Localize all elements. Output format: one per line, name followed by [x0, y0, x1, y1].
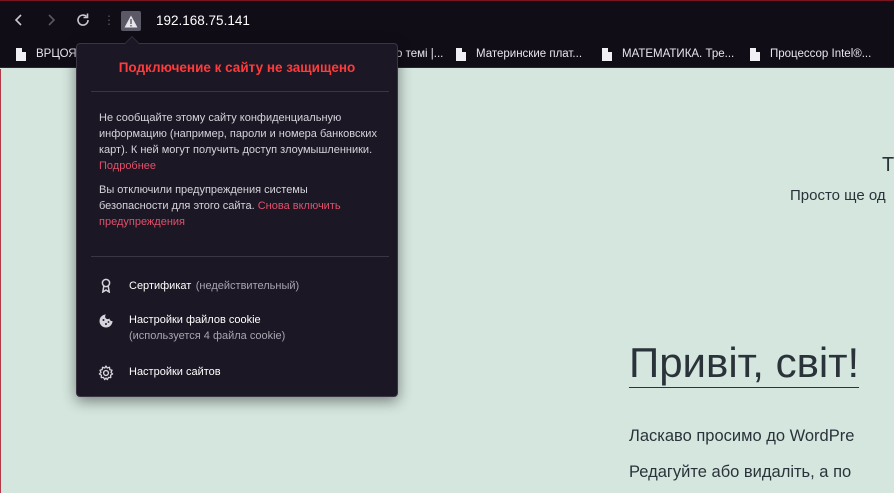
cookie-settings-label: Настройки файлов cookie: [129, 314, 261, 326]
site-settings-row[interactable]: Настройки сайтов: [97, 364, 221, 382]
bookmark-item[interactable]: о темі |...: [396, 46, 443, 62]
post-title[interactable]: Привіт, світ!: [629, 341, 860, 388]
post-body-line: Ласкаво просимо до WordPre: [629, 427, 855, 445]
bookmark-item[interactable]: ВРЦОЯ: [16, 46, 77, 62]
bookmark-label: Материнские плат...: [476, 48, 583, 60]
browser-toolbar: ⋮ 192.168.75.141: [0, 0, 894, 40]
bookmark-label: о темі |...: [396, 48, 444, 60]
chevron-left-icon: [14, 14, 22, 26]
warning-icon: [124, 15, 138, 27]
disabled-warnings-block: Вы отключили предупреждения системы безо…: [99, 182, 379, 230]
popup-arrow: [124, 36, 140, 44]
popup-title: Подключение к сайту не защищено: [118, 60, 356, 75]
bookmark-item[interactable]: Процессор Intel®...: [750, 46, 871, 62]
cookie-settings-row[interactable]: Настройки файлов cookie (используется 4 …: [97, 312, 285, 344]
back-button[interactable]: [8, 9, 30, 31]
bookmark-label: МАТЕМАТИКА. Тре...: [622, 48, 735, 60]
warning-text: Не сообщайте этому сайту конфиденциальну…: [99, 112, 377, 156]
site-description: Просто ще од: [790, 187, 886, 204]
address-bar[interactable]: 192.168.75.141: [156, 13, 250, 29]
gear-icon: [97, 364, 115, 382]
reload-button[interactable]: [72, 9, 94, 31]
cookie-icon: [97, 312, 115, 330]
document-icon: [16, 47, 26, 61]
document-icon: [456, 47, 466, 61]
chevron-right-icon: [48, 14, 56, 26]
divider: [91, 91, 389, 92]
document-icon: [750, 47, 760, 61]
bookmark-label: Процессор Intel®...: [770, 48, 872, 60]
forward-button[interactable]: [40, 9, 62, 31]
certificate-status: (недействительный): [195, 280, 300, 292]
divider: [91, 256, 389, 257]
site-settings-label: Настройки сайтов: [129, 366, 221, 378]
certificate-icon: [97, 276, 115, 294]
toolbar-separator: ⋮: [103, 13, 115, 27]
site-title[interactable]: Т: [882, 154, 894, 177]
bookmark-item[interactable]: Материнские плат...: [456, 46, 582, 62]
warning-text-block: Не сообщайте этому сайту конфиденциальну…: [99, 110, 379, 174]
certificate-label: Сертификат: [129, 280, 192, 292]
reload-icon: [77, 13, 89, 26]
post-body-line: Редагуйте або видаліть, а по: [629, 463, 852, 481]
bookmark-label: ВРЦОЯ: [36, 48, 77, 60]
certificate-row[interactable]: Сертификат (недействительный): [97, 276, 299, 294]
document-icon: [602, 47, 612, 61]
cookie-count: (используется 4 файла cookie): [129, 330, 286, 342]
learn-more-link[interactable]: Подробнее: [99, 160, 156, 172]
site-info-popup: Подключение к сайту не защищено Не сообщ…: [76, 36, 398, 397]
bookmark-item[interactable]: МАТЕМАТИКА. Тре...: [602, 46, 734, 62]
site-security-button[interactable]: [121, 11, 141, 31]
